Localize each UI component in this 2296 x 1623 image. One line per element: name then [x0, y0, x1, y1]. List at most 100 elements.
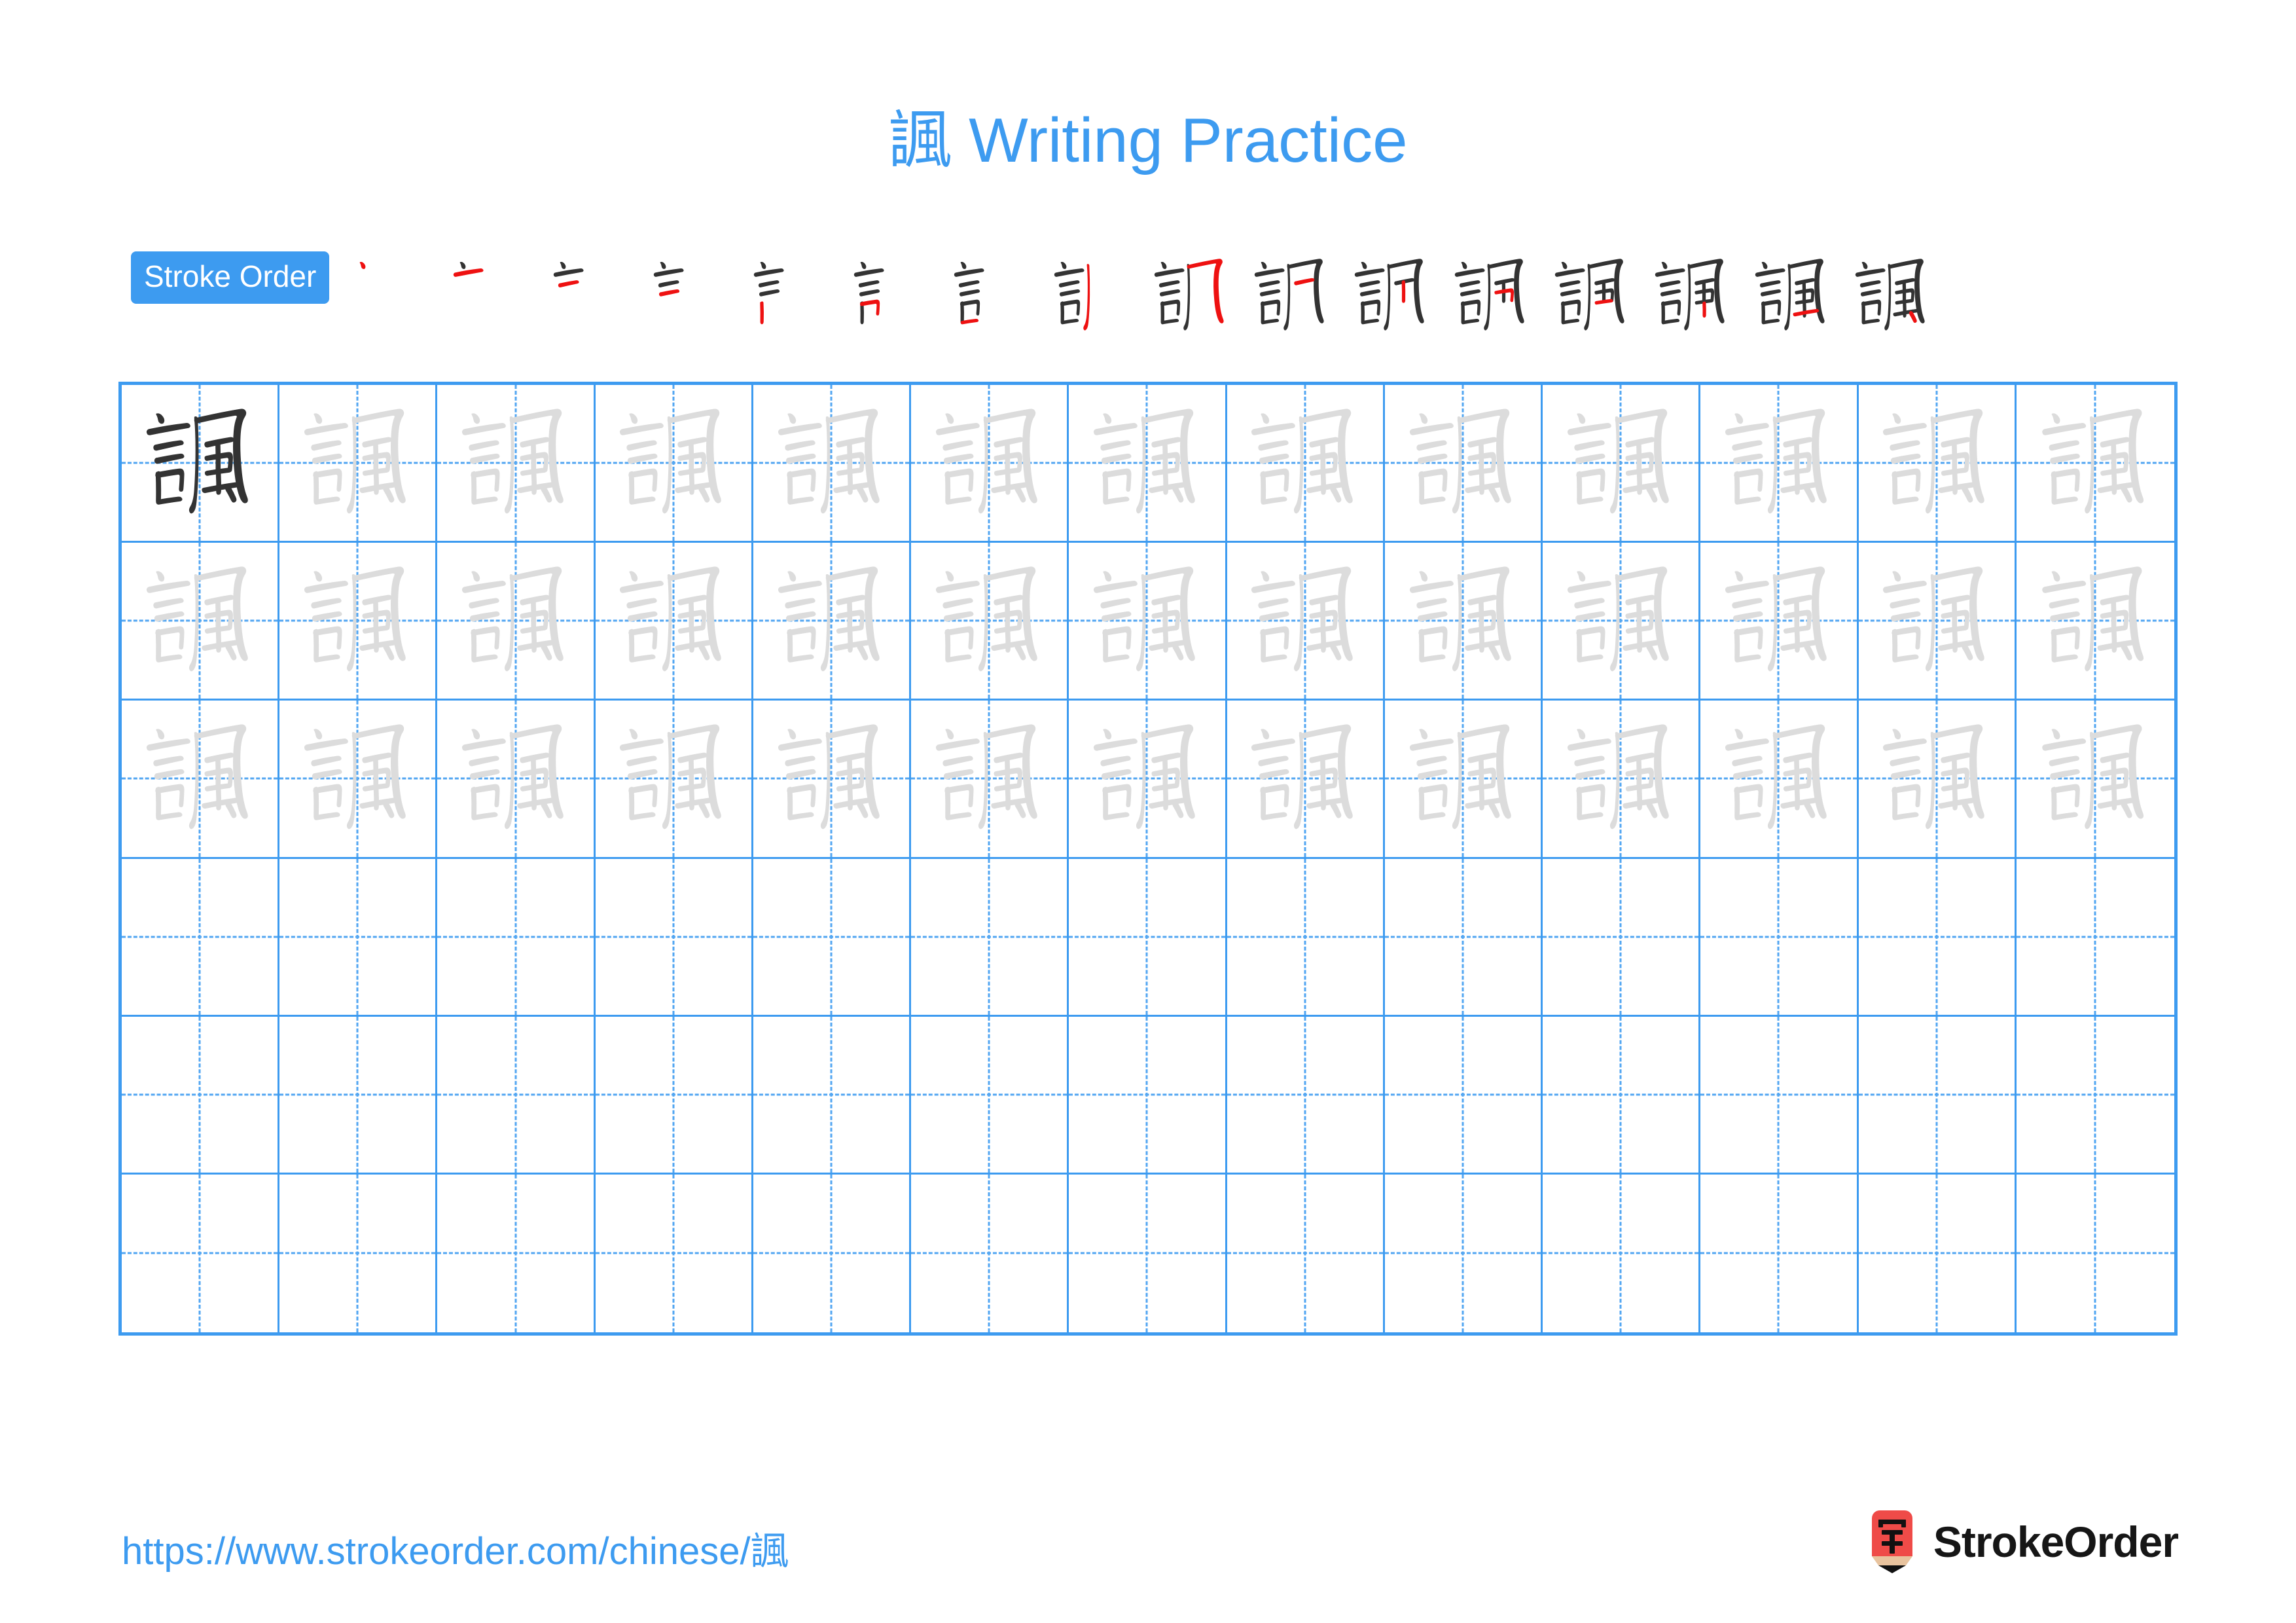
- grid-cell-empty[interactable]: [1700, 858, 1859, 1017]
- grid-cell-trace-character[interactable]: [1858, 385, 2017, 543]
- grid-cell-trace-character[interactable]: [2016, 701, 2174, 859]
- grid-cell-empty[interactable]: [595, 858, 753, 1017]
- trace-glyph: [437, 701, 593, 856]
- grid-cell-trace-character[interactable]: [1700, 385, 1859, 543]
- grid-cell-empty[interactable]: [753, 1174, 912, 1332]
- grid-cell-empty[interactable]: [1227, 858, 1385, 1017]
- grid-cell-empty[interactable]: [1227, 1016, 1385, 1175]
- grid-cell-trace-character[interactable]: [753, 701, 912, 859]
- grid-cell-empty[interactable]: [1069, 858, 1227, 1017]
- grid-cell-trace-character[interactable]: [1227, 385, 1385, 543]
- grid-cell-empty[interactable]: [1700, 1174, 1859, 1332]
- grid-cell-trace-character[interactable]: [1858, 543, 2017, 701]
- grid-cell-trace-character[interactable]: [1700, 543, 1859, 701]
- grid-cell-trace-character[interactable]: [437, 385, 596, 543]
- grid-cell-trace-character[interactable]: [279, 543, 438, 701]
- grid-cell-empty[interactable]: [1543, 1174, 1701, 1332]
- grid-cell-trace-character[interactable]: [1700, 701, 1859, 859]
- grid-cell-trace-character[interactable]: [1543, 385, 1701, 543]
- grid-cell-empty[interactable]: [279, 1174, 438, 1332]
- grid-cell-empty[interactable]: [911, 858, 1069, 1017]
- grid-cell-empty[interactable]: [2017, 1175, 2174, 1332]
- grid-cell-trace-character[interactable]: [753, 543, 912, 701]
- grid-cell-trace-character[interactable]: [595, 385, 753, 543]
- grid-cell-empty[interactable]: [1385, 1174, 1543, 1332]
- grid-cell-empty[interactable]: [1858, 1016, 2017, 1175]
- grid-cell-empty[interactable]: [122, 1016, 280, 1175]
- stroke-step-6: [840, 250, 941, 342]
- grid-cell-empty[interactable]: [279, 858, 438, 1017]
- grid-cell-empty[interactable]: [1859, 1174, 2017, 1332]
- grid-cell-empty[interactable]: [1384, 1016, 1543, 1175]
- grid-cell-trace-character[interactable]: [1227, 701, 1385, 859]
- grid-cell-empty[interactable]: [437, 1016, 596, 1175]
- grid-cell-empty[interactable]: [437, 858, 596, 1017]
- grid-cell-trace-character[interactable]: [1069, 701, 1227, 859]
- grid-cell-trace-character[interactable]: [122, 543, 280, 701]
- trace-glyph: [1069, 385, 1225, 541]
- grid-cell-empty[interactable]: [1069, 1174, 1227, 1332]
- trace-glyph: [279, 701, 435, 856]
- grid-cell-trace-character[interactable]: [1543, 543, 1701, 701]
- trace-glyph: [911, 701, 1067, 856]
- grid-cell-trace-character[interactable]: [437, 701, 596, 859]
- grid-cell-trace-character[interactable]: [437, 543, 596, 701]
- grid-cell-empty[interactable]: [1858, 858, 2017, 1017]
- grid-cell-empty[interactable]: [2016, 859, 2174, 1017]
- grid-cell-empty[interactable]: [122, 1174, 280, 1332]
- grid-cell-empty[interactable]: [596, 1174, 753, 1332]
- grid-cell-empty[interactable]: [1543, 1016, 1701, 1175]
- trace-glyph: [1543, 543, 1698, 699]
- grid-cell-empty[interactable]: [1227, 1174, 1385, 1332]
- stroke-step-2: [440, 250, 540, 342]
- grid-cell-trace-character[interactable]: [911, 385, 1069, 543]
- grid-cell-empty[interactable]: [122, 858, 280, 1017]
- grid-cell-trace-character[interactable]: [1384, 543, 1543, 701]
- grid-cell-trace-character[interactable]: [1227, 543, 1385, 701]
- trace-glyph: [2017, 385, 2174, 541]
- trace-glyph: [1859, 385, 2015, 541]
- grid-cell-empty[interactable]: [1384, 858, 1543, 1017]
- trace-glyph: [1859, 701, 2015, 856]
- trace-glyph: [279, 543, 435, 699]
- grid-cell-empty[interactable]: [595, 1016, 753, 1175]
- grid-cell-model-character[interactable]: [122, 385, 280, 543]
- grid-cell-empty[interactable]: [2016, 1017, 2174, 1175]
- grid-cell-empty[interactable]: [753, 858, 912, 1017]
- grid-cell-empty[interactable]: [1543, 858, 1701, 1017]
- grid-cell-empty[interactable]: [911, 1174, 1069, 1332]
- grid-cell-trace-character[interactable]: [1858, 701, 2017, 859]
- grid-cell-empty[interactable]: [1069, 1016, 1227, 1175]
- stroke-step-5: [740, 250, 840, 342]
- grid-cell-trace-character[interactable]: [1384, 701, 1543, 859]
- grid-cell-empty[interactable]: [279, 1016, 438, 1175]
- grid-cell-trace-character[interactable]: [1069, 543, 1227, 701]
- grid-cell-trace-character[interactable]: [753, 385, 912, 543]
- grid-cell-trace-character[interactable]: [595, 543, 753, 701]
- stroke-order-section: Stroke Order: [131, 250, 2193, 342]
- grid-cell-trace-character[interactable]: [122, 701, 280, 859]
- grid-cell-empty[interactable]: [437, 1174, 596, 1332]
- grid-cell-trace-character[interactable]: [1384, 385, 1543, 543]
- source-url[interactable]: https://www.strokeorder.com/chinese/諷: [122, 1520, 789, 1575]
- grid-cell-empty[interactable]: [1700, 1016, 1859, 1175]
- grid-cell-empty[interactable]: [911, 1016, 1069, 1175]
- grid-cell-trace-character[interactable]: [2016, 385, 2174, 543]
- grid-cell-trace-character[interactable]: [279, 385, 438, 543]
- grid-cell-trace-character[interactable]: [1543, 701, 1701, 859]
- trace-glyph: [1069, 701, 1225, 856]
- trace-glyph: [1385, 543, 1541, 699]
- grid-cell-trace-character[interactable]: [595, 701, 753, 859]
- trace-glyph: [911, 385, 1067, 541]
- grid-cell-trace-character[interactable]: [2016, 543, 2174, 701]
- trace-glyph: [437, 385, 593, 541]
- grid-cell-trace-character[interactable]: [911, 543, 1069, 701]
- trace-glyph: [596, 385, 751, 541]
- grid-cell-trace-character[interactable]: [1069, 385, 1227, 543]
- stroke-step-12: [1441, 250, 1541, 342]
- grid-cell-empty[interactable]: [753, 1016, 912, 1175]
- trace-glyph: [1700, 385, 1856, 541]
- stroke-step-3: [540, 250, 640, 342]
- grid-cell-trace-character[interactable]: [911, 701, 1069, 859]
- grid-cell-trace-character[interactable]: [279, 701, 438, 859]
